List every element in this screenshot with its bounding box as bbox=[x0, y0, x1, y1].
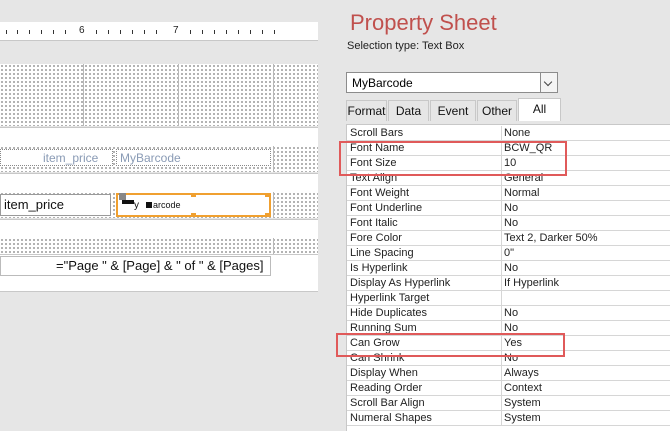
tab-other[interactable]: Other bbox=[477, 100, 517, 121]
property-value[interactable]: Text 2, Darker 50% bbox=[504, 231, 598, 245]
property-value[interactable]: System bbox=[504, 396, 541, 410]
object-select-value: MyBarcode bbox=[352, 76, 413, 90]
property-value[interactable]: Always bbox=[504, 366, 539, 380]
property-name: Reading Order bbox=[350, 382, 423, 394]
property-name: Hyperlink Target bbox=[350, 292, 430, 304]
property-value[interactable]: Context bbox=[504, 381, 542, 395]
vertical-scrollbar[interactable] bbox=[319, 22, 320, 430]
property-sheet: Property Sheet Selection type: Text Box … bbox=[336, 0, 670, 431]
property-value[interactable]: System bbox=[504, 411, 541, 425]
highlight-font bbox=[339, 141, 567, 176]
property-row[interactable]: Reading Order Context bbox=[347, 381, 670, 396]
property-row[interactable]: Scroll Bar Align System bbox=[347, 396, 670, 411]
property-row[interactable]: Fore Color Text 2, Darker 50% bbox=[347, 231, 670, 246]
property-name: Display When bbox=[350, 367, 418, 379]
property-value[interactable]: No bbox=[504, 201, 518, 215]
ruler-number: 7 bbox=[173, 25, 179, 36]
property-row[interactable]: Display As Hyperlink If Hyperlink bbox=[347, 276, 670, 291]
property-name: Scroll Bars bbox=[350, 127, 404, 139]
property-name: Display As Hyperlink bbox=[350, 277, 451, 289]
property-name: Line Spacing bbox=[350, 247, 414, 259]
property-sheet-title: Property Sheet bbox=[350, 10, 497, 35]
property-value[interactable]: If Hyperlink bbox=[504, 276, 559, 290]
horizontal-ruler: 6 7 bbox=[0, 22, 318, 41]
property-name: Is Hyperlink bbox=[350, 262, 408, 274]
property-name: Scroll Bar Align bbox=[350, 397, 425, 409]
property-row[interactable]: Line Spacing 0" bbox=[347, 246, 670, 261]
property-row[interactable]: Hyperlink Target bbox=[347, 291, 670, 306]
object-select-button[interactable] bbox=[540, 73, 557, 92]
mybarcode-textbox[interactable]: y arcode bbox=[116, 193, 271, 217]
property-row[interactable]: Font Weight Normal bbox=[347, 186, 670, 201]
highlight-can-grow bbox=[336, 333, 565, 357]
property-row[interactable]: Scroll Bars None bbox=[347, 126, 670, 141]
label-mybarcode: MyBarcode bbox=[120, 151, 181, 165]
property-value[interactable]: 0" bbox=[504, 246, 514, 260]
barcode-text: arcode bbox=[153, 200, 181, 210]
tab-event[interactable]: Event bbox=[430, 100, 476, 121]
property-name: Hide Duplicates bbox=[350, 307, 428, 319]
footer-grid bbox=[0, 238, 318, 254]
label-item-price: item_price bbox=[43, 151, 99, 165]
property-row[interactable]: Hide Duplicates No bbox=[347, 306, 670, 321]
property-value[interactable]: No bbox=[504, 216, 518, 230]
property-value[interactable]: None bbox=[504, 126, 530, 140]
property-row[interactable]: Font Italic No bbox=[347, 216, 670, 231]
tab-all[interactable]: All bbox=[518, 98, 561, 121]
item-price-textbox[interactable]: item_price bbox=[0, 194, 111, 216]
property-row[interactable]: Is Hyperlink No bbox=[347, 261, 670, 276]
move-handle[interactable] bbox=[119, 193, 126, 200]
property-row[interactable]: Display When Always bbox=[347, 366, 670, 381]
report-designer[interactable]: 6 7 item_price MyBarcode item_price y ar… bbox=[0, 0, 320, 430]
tab-format[interactable]: Format bbox=[346, 100, 387, 121]
section-bar[interactable] bbox=[0, 127, 318, 147]
section-bar[interactable] bbox=[0, 173, 318, 193]
tab-data[interactable]: Data bbox=[388, 100, 429, 121]
property-name: Font Underline bbox=[350, 202, 423, 214]
page-footer: ="Page " & [Page] & " of " & [Pages] bbox=[0, 254, 318, 292]
property-name: Font Weight bbox=[350, 187, 410, 199]
object-select[interactable]: MyBarcode bbox=[346, 72, 558, 93]
property-name: Fore Color bbox=[350, 232, 402, 244]
label-mybarcode-box[interactable]: MyBarcode bbox=[116, 149, 271, 166]
barcode-prefix: y bbox=[134, 200, 139, 211]
section-bar[interactable] bbox=[0, 219, 318, 239]
property-name: Font Italic bbox=[350, 217, 398, 229]
property-name: Numeral Shapes bbox=[350, 412, 432, 424]
property-value[interactable]: No bbox=[504, 306, 518, 320]
detail-grid bbox=[0, 64, 318, 126]
page-number-textbox[interactable]: ="Page " & [Page] & " of " & [Pages] bbox=[0, 256, 271, 276]
label-item-price-box[interactable]: item_price bbox=[0, 149, 113, 166]
property-row[interactable]: Font Underline No bbox=[347, 201, 670, 216]
chevron-down-icon bbox=[543, 77, 553, 87]
property-row[interactable]: Numeral Shapes System bbox=[347, 411, 670, 426]
property-value[interactable]: No bbox=[504, 261, 518, 275]
selection-type: Selection type: Text Box bbox=[347, 40, 465, 52]
property-value[interactable]: Normal bbox=[504, 186, 539, 200]
ruler-number: 6 bbox=[79, 25, 85, 36]
